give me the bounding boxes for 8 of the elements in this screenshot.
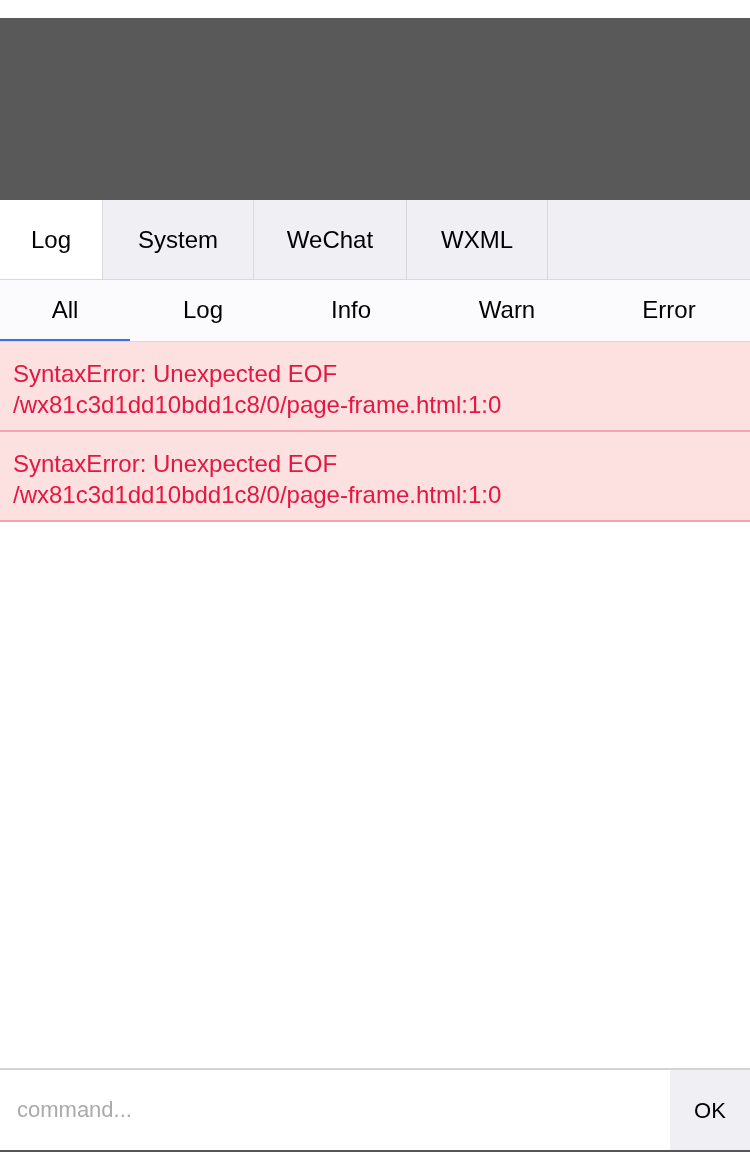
filter-tab[interactable]: Info xyxy=(276,280,426,341)
filter-tab[interactable]: Log xyxy=(130,280,276,341)
log-entry: SyntaxError: Unexpected EOF /wx81c3d1dd10bdd1c8/0/page-frame.html:1:0 xyxy=(0,342,750,432)
log-entry: SyntaxError: Unexpected EOF /wx81c3d1dd10bdd1c8/0/page-frame.html:1:0 xyxy=(0,432,750,522)
tab[interactable]: Log xyxy=(0,200,103,279)
filter-tab[interactable]: Warn xyxy=(426,280,588,341)
filter-tab[interactable]: Error xyxy=(588,280,750,341)
ok-button[interactable]: OK xyxy=(670,1070,750,1150)
